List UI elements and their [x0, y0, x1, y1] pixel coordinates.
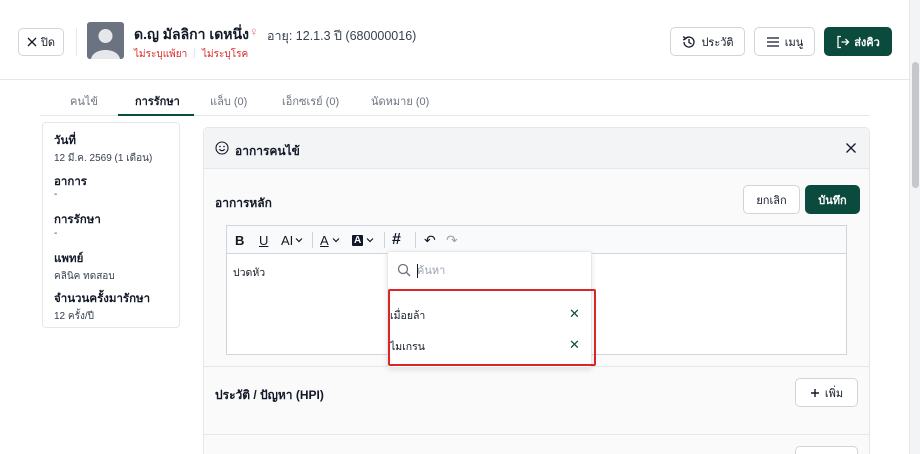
chevron-down-icon [295, 238, 303, 243]
treatment-label: การรักษา [54, 214, 101, 226]
font-size-button[interactable]: AI [281, 231, 303, 249]
smile-icon [215, 141, 229, 155]
symptom-value: - [54, 189, 58, 200]
close-icon[interactable] [844, 141, 858, 155]
date-value: 12 มี.ค. 2569 (1 เดือน) [54, 153, 153, 164]
redo-button[interactable]: ↷ [446, 231, 458, 249]
tab-lab[interactable]: แล็บ (0) [210, 92, 247, 110]
patient-age-hn: อายุ: 12.1.3 ปี (680000016) [267, 29, 417, 43]
add-next-section-button[interactable] [795, 446, 858, 454]
chief-complaint-label: อาการหลัก [215, 196, 272, 210]
history-button-label: ประวัติ [701, 36, 734, 49]
panel-title: อาการคนไข้ [235, 144, 300, 158]
close-button[interactable]: ปิด [18, 28, 64, 56]
hashtag-button[interactable]: # [392, 231, 401, 249]
doctor-label: แพทย์ [54, 253, 84, 265]
tab-appointment[interactable]: นัดหมาย (0) [371, 92, 429, 110]
allergy-tag[interactable]: ไม่ระบุแพ้ยา [134, 47, 187, 62]
highlight-color-label: A [352, 234, 364, 246]
add-hpi-button-label: เพิ่ม [824, 387, 844, 400]
close-button-label: ปิด [40, 37, 56, 49]
underline-button[interactable]: U [259, 231, 268, 249]
save-button[interactable]: บันทึก [805, 185, 860, 214]
chevron-down-icon [366, 238, 374, 243]
cancel-button[interactable]: ยกเลิก [743, 185, 800, 214]
visit-summary-card: วันที่ 12 มี.ค. 2569 (1 เดือน) อาการ - ก… [42, 122, 180, 328]
send-queue-button-label: ส่งคิว [854, 36, 880, 49]
patient-name: ด.ญ มัลลิกา เดหนึ่ง [134, 26, 249, 42]
treatment-value: - [54, 228, 58, 239]
exit-arrow-icon [837, 35, 850, 48]
symptom-label: อาการ [54, 176, 87, 188]
visit-count-value: 12 ครั้ง/ปี [54, 311, 94, 322]
avatar [87, 22, 124, 59]
tab-treatment[interactable]: การรักษา [135, 92, 180, 110]
date-label: วันที่ [54, 135, 76, 147]
text-color-button[interactable]: A [320, 231, 340, 249]
search-icon [397, 263, 411, 277]
disease-tag[interactable]: ไม่ระบุโรค [202, 47, 248, 62]
menu-button[interactable]: เมนู [754, 27, 815, 56]
highlight-box [388, 289, 596, 366]
doctor-value: คลินิค ทดสอบ [54, 271, 115, 282]
toolbar-divider [312, 232, 313, 248]
undo-button[interactable]: ↶ [424, 231, 436, 249]
text-cursor [417, 264, 418, 278]
female-icon: ♀ [249, 24, 259, 39]
hashtag-search-input[interactable] [417, 262, 577, 280]
send-queue-button[interactable]: ส่งคิว [824, 27, 892, 56]
visit-count-label: จำนวนครั้งมารักษา [54, 293, 151, 305]
panel-header: อาการคนไข้ [204, 128, 869, 169]
menu-button-label: เมนู [784, 36, 804, 49]
editor-toolbar: B U AI A A # ↶ ↷ [227, 226, 846, 254]
toolbar-divider [415, 232, 416, 248]
patient-header: ปิด ด.ญ มัลลิกา เดหนึ่ง ♀ อายุ: 12.1.3 ป… [0, 0, 920, 80]
history-button[interactable]: ประวัติ [670, 27, 745, 56]
hamburger-icon [766, 36, 779, 47]
tab-xray[interactable]: เอ็กซเรย์ (0) [282, 92, 339, 110]
hpi-label: ประวัติ / ปัญหา (HPI) [215, 388, 324, 402]
font-size-label: AI [281, 232, 294, 248]
tab-bar: คนไข้ การรักษา แล็บ (0) เอ็กซเรย์ (0) นั… [40, 84, 870, 116]
plus-icon [810, 388, 819, 397]
chevron-down-icon [332, 238, 340, 243]
highlight-color-button[interactable]: A [352, 231, 374, 249]
tag-divider [194, 48, 195, 58]
history-icon [683, 35, 696, 48]
bold-button[interactable]: B [235, 231, 244, 249]
text-color-label: A [320, 232, 329, 248]
scrollbar-thumb[interactable] [912, 62, 919, 188]
user-silhouette-icon [91, 29, 120, 59]
active-tab-indicator [118, 114, 194, 116]
tab-patient[interactable]: คนไข้ [70, 92, 98, 110]
editor-content[interactable]: ปวดหัว [233, 264, 265, 281]
page-scrollbar[interactable] [909, 0, 920, 454]
add-hpi-button[interactable]: เพิ่ม [795, 378, 858, 407]
close-icon [27, 37, 37, 47]
section-divider [204, 434, 869, 435]
toolbar-divider [384, 232, 385, 248]
header-divider [76, 28, 77, 56]
